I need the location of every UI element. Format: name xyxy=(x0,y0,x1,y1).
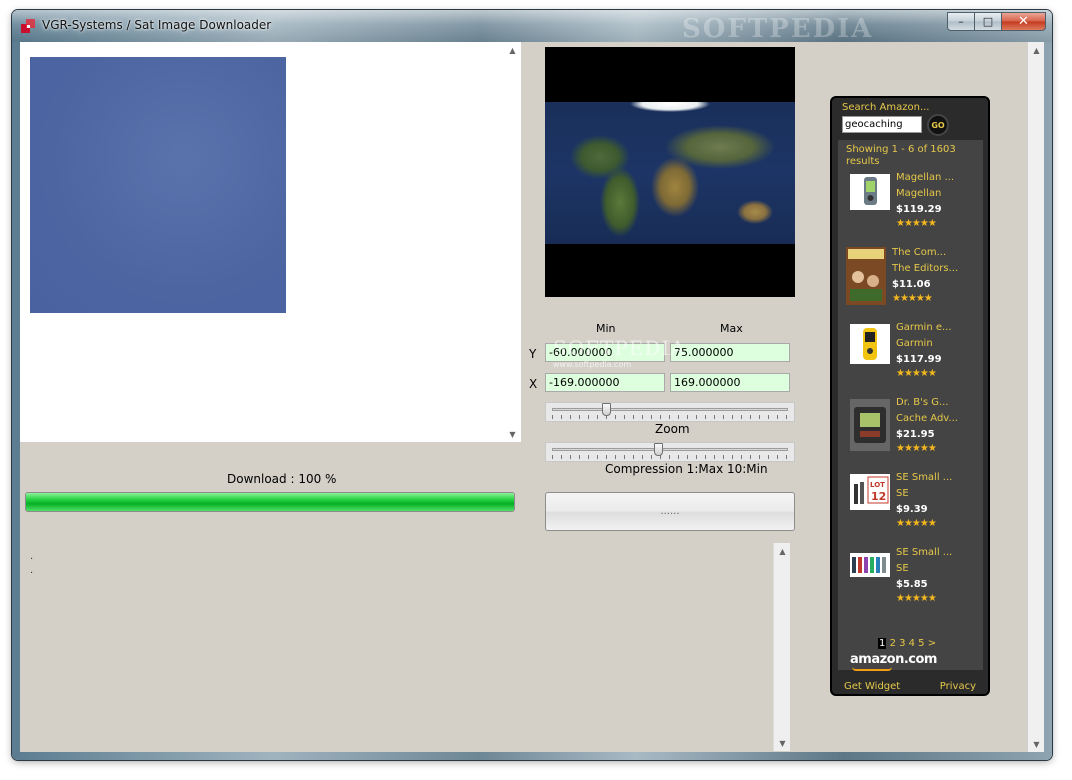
product-brand: SE xyxy=(896,563,909,574)
amazon-search-input[interactable]: geocaching xyxy=(842,116,922,133)
world-map-preview[interactable] xyxy=(545,47,795,297)
zoom-slider-ticks xyxy=(552,415,788,419)
app-logo-icon xyxy=(21,19,35,33)
compression-slider-thumb[interactable] xyxy=(654,443,664,456)
product-price: $119.29 xyxy=(896,204,942,215)
window-title: VGR-Systems / Sat Image Downloader xyxy=(42,18,272,32)
amazon-product-item[interactable]: Dr. B's G... Cache Adv... $21.95 ★★★★★ xyxy=(846,397,986,467)
scroll-down-icon[interactable]: ▼ xyxy=(504,426,521,442)
product-rating-stars: ★★★★★ xyxy=(896,218,937,229)
amazon-product-item[interactable]: LOT 12 SE Small ... SE $9.39 ★★★★★ xyxy=(846,472,986,542)
product-title[interactable]: Magellan ... xyxy=(896,172,954,183)
zoom-label: Zoom xyxy=(655,422,690,436)
image-preview-panel[interactable] xyxy=(20,42,520,442)
download-action-button[interactable]: ...... xyxy=(545,492,795,531)
title-bar[interactable]: VGR-Systems / Sat Image Downloader SOFTP… xyxy=(12,10,1052,44)
product-price: $117.99 xyxy=(896,354,942,365)
x-max-input[interactable]: 169.000000 xyxy=(670,373,790,392)
client-area: ▲ ▼ Download : 100 % . . Min Max Y -60.0… xyxy=(20,42,1044,752)
product-brand: Cache Adv... xyxy=(896,413,958,424)
amazon-smile-icon xyxy=(852,667,892,671)
product-rating-stars: ★★★★★ xyxy=(896,593,937,604)
window-controls: – □ ✕ xyxy=(947,12,1046,32)
product-price: $11.06 xyxy=(892,279,931,290)
y-max-input[interactable]: 75.000000 xyxy=(670,343,790,362)
product-rating-stars: ★★★★★ xyxy=(896,368,937,379)
product-rating-stars: ★★★★★ xyxy=(896,443,937,454)
product-thumbnail[interactable] xyxy=(850,399,890,451)
compression-label: Compression 1:Max 10:Min xyxy=(605,462,768,476)
amazon-results-count: Showing 1 - 6 of 1603 results xyxy=(846,144,956,167)
scroll-up-icon[interactable]: ▲ xyxy=(774,543,791,559)
product-thumbnail[interactable] xyxy=(850,174,890,210)
max-column-header: Max xyxy=(720,322,743,335)
scroll-up-icon[interactable]: ▲ xyxy=(504,42,521,58)
softpedia-watermark-mid: SOFTPEDIA xyxy=(553,336,686,360)
download-progress-fill xyxy=(26,493,514,511)
zoom-slider[interactable] xyxy=(545,402,795,422)
y-axis-label: Y xyxy=(529,347,537,361)
min-column-header: Min xyxy=(596,322,616,335)
x-axis-label: X xyxy=(529,377,538,391)
app-window: VGR-Systems / Sat Image Downloader SOFTP… xyxy=(12,10,1052,760)
product-brand: The Editors... xyxy=(892,263,959,274)
satellite-image-tile xyxy=(30,57,286,313)
log-line: . xyxy=(30,565,34,576)
compression-slider-track xyxy=(552,448,788,451)
amazon-go-button[interactable]: GO xyxy=(927,114,949,136)
product-title[interactable]: SE Small ... xyxy=(896,472,952,483)
product-price: $9.39 xyxy=(896,504,928,515)
product-brand: SE xyxy=(896,488,909,499)
close-button[interactable]: ✕ xyxy=(1001,12,1046,31)
scroll-down-icon[interactable]: ▼ xyxy=(1028,736,1044,752)
product-thumbnail[interactable] xyxy=(846,247,886,305)
zoom-slider-thumb[interactable] xyxy=(601,403,611,416)
log-output: . . xyxy=(30,550,33,578)
product-rating-stars: ★★★★★ xyxy=(892,293,933,304)
product-price: $21.95 xyxy=(896,429,935,440)
product-title[interactable]: Garmin e... xyxy=(896,322,952,333)
x-min-input[interactable]: -169.000000 xyxy=(545,373,665,392)
amazon-product-item[interactable]: Magellan ... Magellan $119.29 ★★★★★ xyxy=(846,172,986,242)
softpedia-url-watermark: www.softpedia.com xyxy=(553,360,632,369)
main-scrollbar[interactable]: ▲ ▼ xyxy=(1027,42,1044,752)
maximize-button[interactable]: □ xyxy=(974,12,1001,31)
product-title[interactable]: Dr. B's G... xyxy=(896,397,949,408)
softpedia-watermark: SOFTPEDIA xyxy=(682,14,874,44)
current-page[interactable]: 1 xyxy=(878,638,887,649)
amazon-search-label: Search Amazon... xyxy=(842,102,930,113)
minimize-button[interactable]: – xyxy=(947,12,974,31)
compression-slider-ticks xyxy=(552,455,788,459)
scroll-up-icon[interactable]: ▲ xyxy=(1028,42,1044,58)
log-line: . xyxy=(30,551,34,562)
product-brand: Garmin xyxy=(896,338,933,349)
other-pages[interactable]: 2 3 4 5 > xyxy=(890,638,937,649)
svg-text:LOT: LOT xyxy=(870,481,885,489)
world-map-image xyxy=(545,102,795,244)
download-status-label: Download : 100 % xyxy=(227,472,337,486)
compression-slider[interactable] xyxy=(545,442,795,462)
log-scrollbar[interactable]: ▲ ▼ xyxy=(773,543,790,751)
get-widget-link[interactable]: Get Widget xyxy=(844,681,900,692)
zoom-slider-track xyxy=(552,408,788,411)
amazon-widget: Search Amazon... geocaching GO Showing 1… xyxy=(830,96,990,696)
product-thumbnail[interactable]: LOT 12 xyxy=(850,474,890,510)
amazon-product-item[interactable]: SE Small ... SE $5.85 ★★★★★ xyxy=(846,547,986,617)
product-title[interactable]: SE Small ... xyxy=(896,547,952,558)
download-progress-bar xyxy=(25,492,515,512)
privacy-link[interactable]: Privacy xyxy=(940,681,976,692)
product-thumbnail[interactable] xyxy=(850,324,890,364)
product-brand: Magellan xyxy=(896,188,942,199)
amazon-pagination[interactable]: 1 2 3 4 5 > xyxy=(878,638,936,649)
svg-text:12: 12 xyxy=(871,490,886,503)
product-rating-stars: ★★★★★ xyxy=(896,518,937,529)
amazon-product-item[interactable]: Garmin e... Garmin $117.99 ★★★★★ xyxy=(846,322,986,392)
scroll-down-icon[interactable]: ▼ xyxy=(774,735,791,751)
amazon-logo: amazon.com xyxy=(850,652,937,667)
amazon-product-item[interactable]: The Com... The Editors... $11.06 ★★★★★ xyxy=(846,247,986,317)
product-title[interactable]: The Com... xyxy=(892,247,946,258)
product-price: $5.85 xyxy=(896,579,928,590)
product-thumbnail[interactable] xyxy=(850,553,890,577)
image-panel-scrollbar[interactable]: ▲ ▼ xyxy=(504,42,521,442)
